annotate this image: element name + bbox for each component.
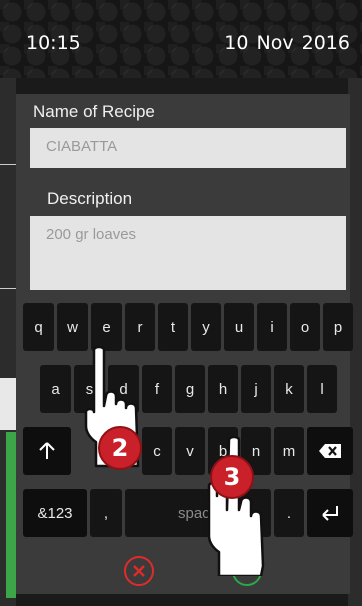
on-screen-keyboard: q w e r t y u i o p a s d f g h j k l c … bbox=[20, 303, 356, 539]
key-w[interactable]: w bbox=[57, 303, 88, 351]
status-date: 10 Nov 2016 bbox=[224, 32, 350, 54]
background-green-bar bbox=[6, 432, 16, 598]
key-m[interactable]: m bbox=[274, 427, 304, 475]
description-label: Description bbox=[47, 189, 133, 208]
recipe-name-label: Name of Recipe bbox=[33, 102, 155, 121]
tutorial-step-badge-3: 3 bbox=[210, 455, 254, 499]
key-o[interactable]: o bbox=[290, 303, 320, 351]
cancel-x-icon bbox=[133, 565, 145, 577]
screen: 10:15 10 Nov 2016 Name of Recipe CIABATT… bbox=[0, 0, 362, 606]
numbers-key[interactable]: &123 bbox=[23, 489, 87, 537]
key-y[interactable]: y bbox=[191, 303, 221, 351]
status-time: 10:15 bbox=[26, 32, 81, 54]
recipe-name-input[interactable]: CIABATTA bbox=[30, 128, 346, 168]
key-j[interactable]: j bbox=[241, 365, 271, 413]
description-input[interactable]: 200 gr loaves bbox=[30, 216, 346, 290]
key-e[interactable]: e bbox=[91, 303, 122, 351]
key-t[interactable]: t bbox=[158, 303, 188, 351]
key-i[interactable]: i bbox=[257, 303, 287, 351]
divider bbox=[0, 164, 16, 165]
background-panel-left bbox=[0, 78, 16, 606]
background-panel bbox=[0, 378, 16, 430]
backspace-icon bbox=[319, 444, 341, 458]
comma-key[interactable]: , bbox=[90, 489, 122, 537]
shift-key[interactable] bbox=[23, 427, 71, 475]
key-l[interactable]: l bbox=[307, 365, 337, 413]
key-h[interactable]: h bbox=[208, 365, 238, 413]
enter-icon bbox=[322, 506, 338, 521]
key-g[interactable]: g bbox=[175, 365, 205, 413]
divider bbox=[0, 288, 16, 289]
backspace-key[interactable] bbox=[307, 427, 353, 475]
key-p[interactable]: p bbox=[323, 303, 353, 351]
key-a[interactable]: a bbox=[40, 365, 71, 413]
key-k[interactable]: k bbox=[274, 365, 304, 413]
key-u[interactable]: u bbox=[224, 303, 254, 351]
key-r[interactable]: r bbox=[125, 303, 155, 351]
key-v[interactable]: v bbox=[175, 427, 205, 475]
period-key[interactable]: . bbox=[274, 489, 304, 537]
tutorial-step-badge-2: 2 bbox=[98, 426, 142, 470]
status-bar: 10:15 10 Nov 2016 bbox=[0, 0, 362, 78]
key-q[interactable]: q bbox=[23, 303, 54, 351]
shift-arrow-icon bbox=[39, 442, 55, 459]
cancel-button[interactable] bbox=[124, 556, 154, 586]
enter-key[interactable] bbox=[307, 489, 353, 537]
